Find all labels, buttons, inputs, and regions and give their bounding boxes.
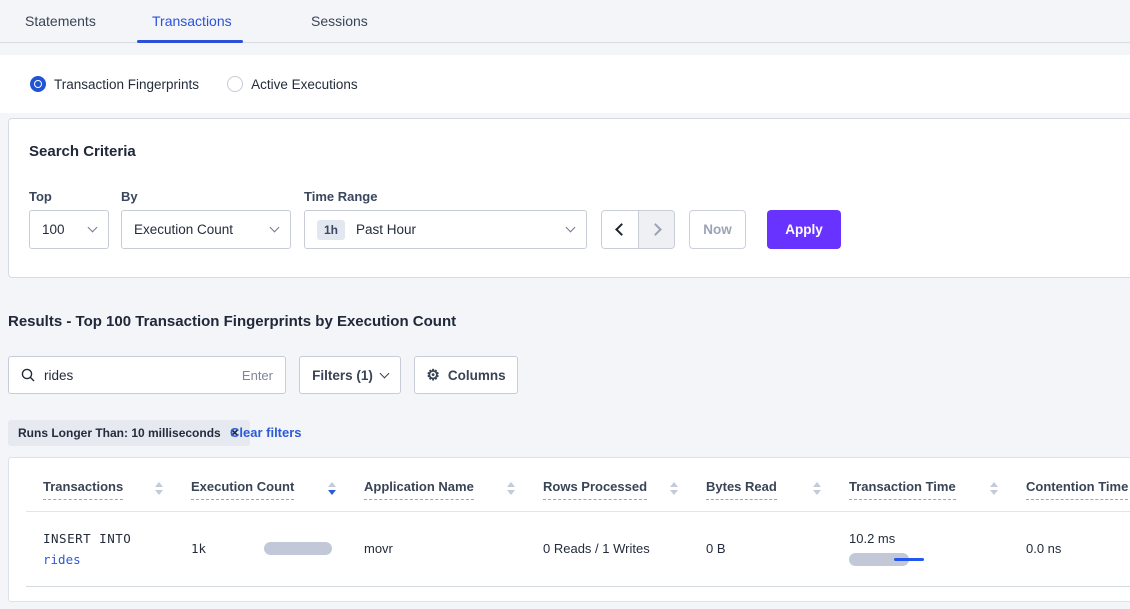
search-icon [21, 368, 35, 382]
enter-hint: Enter [242, 368, 273, 383]
sort-icon[interactable] [670, 482, 678, 495]
time-range-badge: 1h [317, 220, 345, 240]
by-select[interactable]: Execution Count [121, 210, 291, 249]
chevron-down-icon [379, 368, 389, 378]
columns-button[interactable]: ⚙ Columns [414, 356, 518, 394]
cell-transaction-time: 10.2 ms [849, 531, 1026, 566]
page-tabs: Statements Transactions Sessions [0, 0, 1130, 43]
stddev-line [894, 558, 924, 561]
by-label: By [121, 189, 138, 204]
column-header-contention-time[interactable]: Contention Time [1026, 479, 1130, 500]
sort-icon[interactable] [990, 482, 998, 495]
transaction-time-bar [849, 553, 929, 566]
filters-button-label: Filters (1) [312, 368, 373, 383]
cell-application-name: movr [364, 541, 543, 556]
row-divider [26, 586, 1130, 587]
search-criteria-title: Search Criteria [29, 143, 136, 160]
time-range-label: Time Range [304, 189, 377, 204]
sort-icon[interactable] [155, 482, 163, 495]
results-table: Transactions Execution Count Application… [8, 457, 1130, 602]
chevron-right-icon [649, 223, 662, 236]
filter-pill-label: Runs Longer Than: 10 milliseconds [18, 426, 221, 440]
sort-icon[interactable] [813, 482, 821, 495]
time-range-value: Past Hour [356, 222, 416, 237]
time-range-select[interactable]: 1h Past Hour [304, 210, 587, 249]
apply-button[interactable]: Apply [767, 210, 841, 249]
column-header-rows-processed[interactable]: Rows Processed [543, 479, 706, 500]
radio-label: Active Executions [251, 77, 358, 92]
cell-bytes-read: 0 B [706, 541, 849, 556]
table-row[interactable]: INSERT INTO rides 1k movr 0 Reads / 1 Wr… [43, 511, 1130, 586]
next-time-button[interactable] [638, 211, 674, 248]
columns-button-label: Columns [448, 368, 506, 383]
chevron-down-icon [88, 223, 98, 233]
time-range-arrows [601, 210, 675, 249]
cell-transaction-fingerprint: INSERT INTO rides [43, 531, 191, 567]
execution-count-value: 1k [191, 541, 206, 556]
radio-selected-icon [30, 76, 46, 92]
results-title: Results - Top 100 Transaction Fingerprin… [8, 313, 456, 330]
radio-active-executions[interactable]: Active Executions [227, 76, 358, 92]
sort-icon-active-desc[interactable] [328, 482, 336, 495]
column-header-execution-count[interactable]: Execution Count [191, 479, 364, 500]
transaction-time-value: 10.2 ms [849, 531, 1026, 546]
tab-sessions[interactable]: Sessions [311, 0, 368, 42]
chevron-left-icon [615, 223, 628, 236]
cell-contention-time: 0.0 ns [1026, 541, 1130, 556]
column-header-application-name[interactable]: Application Name [364, 479, 543, 500]
tab-transactions[interactable]: Transactions [152, 0, 232, 42]
transaction-link[interactable]: rides [43, 552, 191, 567]
chevron-down-icon [270, 223, 280, 233]
radio-unselected-icon [227, 76, 243, 92]
tab-statements[interactable]: Statements [25, 0, 96, 42]
gear-icon: ⚙ [426, 368, 439, 383]
sql-text: INSERT INTO [43, 531, 191, 546]
top-select[interactable]: 100 [29, 210, 109, 249]
cell-execution-count: 1k [191, 541, 364, 556]
clear-filters-link[interactable]: Clear filters [230, 425, 302, 440]
view-mode-bar: Transaction Fingerprints Active Executio… [0, 55, 1130, 113]
table-header-row: Transactions Execution Count Application… [43, 479, 1130, 500]
column-header-transaction-time[interactable]: Transaction Time [849, 479, 1026, 500]
now-button[interactable]: Now [689, 210, 746, 249]
transactions-page: Statements Transactions Sessions Transac… [0, 0, 1130, 609]
column-header-bytes-read[interactable]: Bytes Read [706, 479, 849, 500]
previous-time-button[interactable] [602, 211, 638, 248]
search-input[interactable] [44, 368, 242, 383]
top-select-value: 100 [42, 222, 65, 237]
filter-pill: Runs Longer Than: 10 milliseconds ✕ [8, 420, 250, 446]
execution-count-bar [264, 542, 332, 555]
column-header-transactions[interactable]: Transactions [43, 479, 191, 500]
radio-transaction-fingerprints[interactable]: Transaction Fingerprints [30, 76, 199, 92]
chevron-down-icon [566, 223, 576, 233]
search-criteria-card: Search Criteria Top By Time Range 100 Ex… [8, 118, 1130, 278]
active-tab-underline [137, 40, 243, 43]
by-select-value: Execution Count [134, 222, 233, 237]
radio-label: Transaction Fingerprints [54, 77, 199, 92]
top-label: Top [29, 189, 52, 204]
filters-button[interactable]: Filters (1) [299, 356, 401, 394]
sort-icon[interactable] [507, 482, 515, 495]
cell-rows-processed: 0 Reads / 1 Writes [543, 541, 706, 556]
results-search-box[interactable]: Enter [8, 356, 286, 394]
